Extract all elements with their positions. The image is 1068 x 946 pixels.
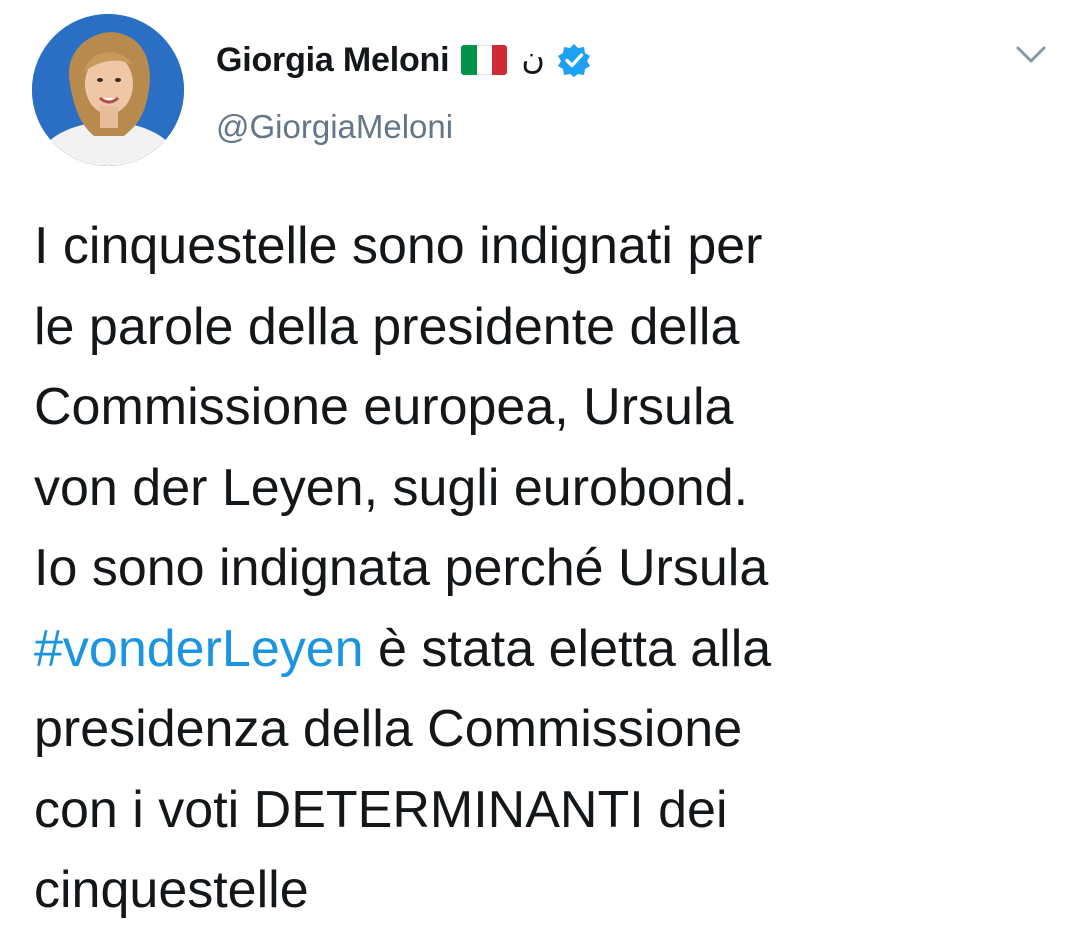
tweet-text-line: cinquestelle: [34, 861, 309, 919]
tweet-text-line: con i voti DETERMINANTI dei: [34, 780, 728, 839]
tweet-text-line: le parole della presidente della: [34, 297, 740, 356]
tweet-text-line: presidenza della Commissione: [34, 700, 743, 758]
user-handle[interactable]: @GiorgiaMeloni: [216, 108, 453, 146]
arabic-nun-glyph: ن: [521, 39, 545, 77]
italian-flag-icon: [461, 45, 508, 75]
chevron-down-icon[interactable]: [1014, 42, 1048, 68]
avatar[interactable]: [32, 14, 184, 166]
tweet-text-line: I cinquestelle sono indignati per: [34, 217, 763, 275]
verified-badge-icon: [557, 43, 591, 77]
hashtag-link[interactable]: #vonderLeyen: [34, 620, 364, 678]
tweet-text-line: Io sono indignata perché Ursula: [34, 539, 769, 597]
tweet-card: Giorgia Meloni ن @GiorgiaMeloni I cinque…: [0, 0, 1068, 946]
display-name[interactable]: Giorgia Meloni: [216, 41, 450, 80]
tweet-text-line: Commissione europea, Ursula: [34, 378, 734, 436]
tweet-text-fragment: è stata eletta alla: [363, 619, 772, 678]
author-name-row[interactable]: Giorgia Meloni ن: [216, 34, 591, 86]
tweet-text-line: von der Leyen, sugli eurobond.: [34, 458, 749, 517]
tweet-text-line-hashtag: #vonderLeyen è stata eletta alla: [34, 609, 1044, 690]
tweet-text: I cinquestelle sono indignati per le par…: [34, 206, 1044, 931]
